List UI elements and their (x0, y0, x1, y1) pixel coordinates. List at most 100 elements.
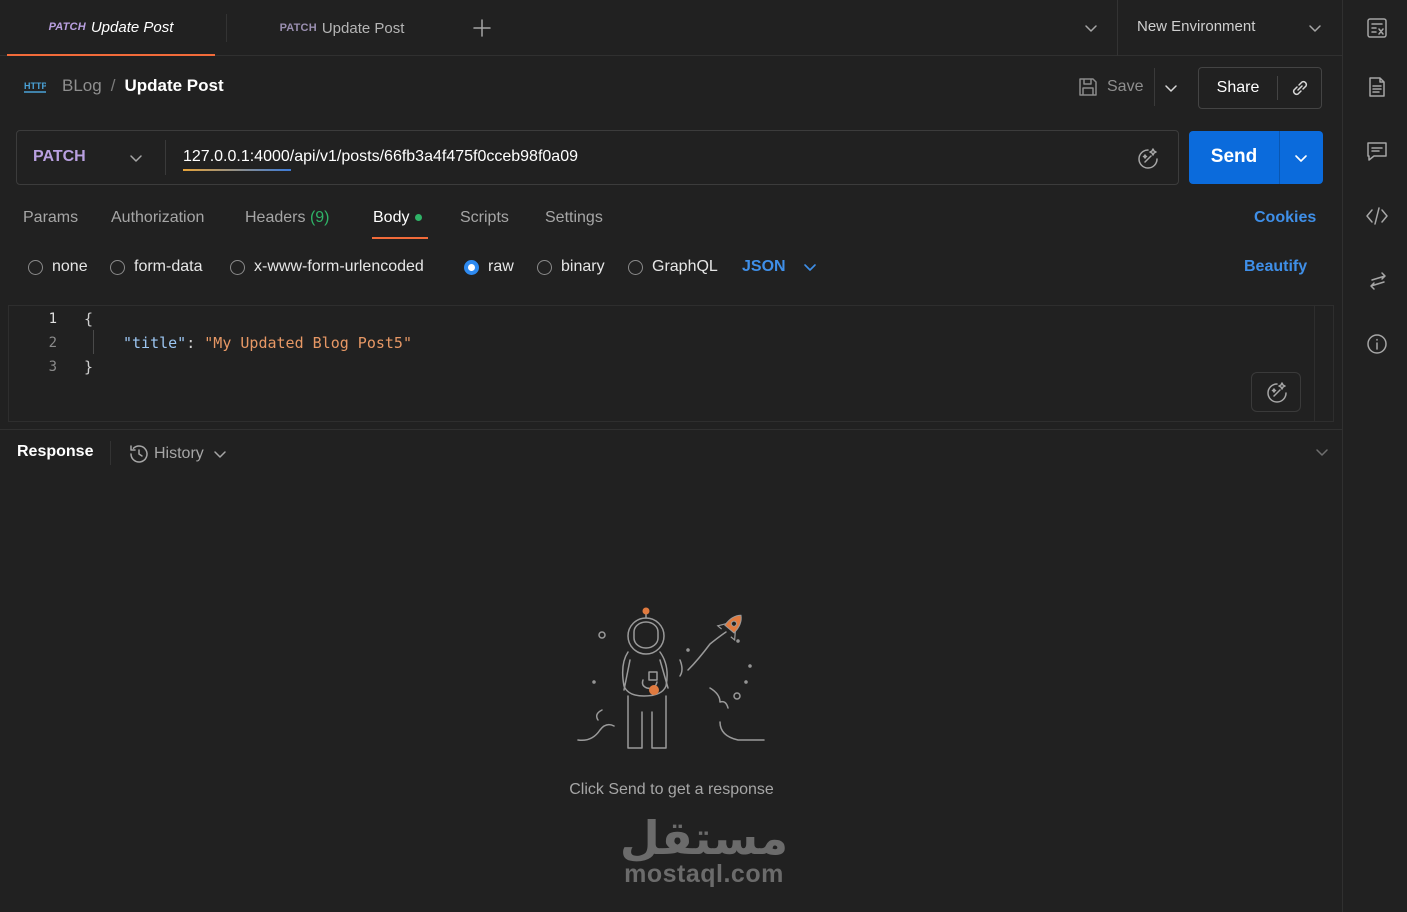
link-icon[interactable] (1289, 77, 1311, 99)
radio-circle-selected (464, 259, 479, 275)
tab-settings[interactable]: Settings (545, 209, 603, 227)
ai-assist-button[interactable] (1251, 372, 1301, 412)
headers-count-badge: (9) (309, 209, 330, 226)
send-options-chevron-icon[interactable] (1293, 150, 1309, 166)
save-divider (1154, 68, 1155, 106)
save-label: Save (1107, 78, 1144, 95)
tab-headers-label: Headers (245, 209, 306, 226)
breadcrumb: HTTP BLog / Update Post (24, 76, 224, 96)
tab-method: PATCH (48, 21, 86, 33)
tab-title: Update Post (321, 19, 405, 37)
arrows-icon[interactable] (1368, 270, 1388, 292)
code-line: "title": "My Updated Blog Post5" (123, 334, 412, 352)
tab-authorization[interactable]: Authorization (111, 209, 204, 227)
breadcrumb-collection[interactable]: BLog (62, 76, 102, 96)
json-colon: : (186, 334, 205, 352)
radio-label: GraphQL (652, 258, 718, 275)
body-format-selector[interactable]: JSON (742, 258, 818, 276)
radio-circle (537, 259, 552, 275)
share-label: Share (1216, 79, 1260, 96)
save-options-chevron-icon[interactable] (1163, 80, 1179, 96)
history-label: History (154, 445, 204, 462)
chevron-down-icon (803, 264, 816, 271)
environment-selector[interactable]: New Environment (1137, 18, 1255, 35)
radio-binary[interactable]: binary (537, 258, 605, 276)
radio-label: form-data (134, 258, 203, 275)
radio-raw[interactable]: raw (464, 258, 514, 276)
share-button[interactable]: Share (1198, 67, 1322, 109)
response-title: Response (17, 443, 94, 460)
info-icon[interactable] (1366, 333, 1388, 355)
tab-title: Update Post (90, 18, 174, 36)
tab-headers[interactable]: Headers (9) (245, 209, 330, 227)
cookies-link[interactable]: Cookies (1254, 209, 1316, 227)
floppy-disk-icon (1079, 78, 1097, 96)
json-value: "My Updated Blog Post5" (204, 334, 412, 352)
radio-label: none (52, 258, 88, 275)
history-icon (130, 445, 148, 463)
radio-label: x-www-form-urlencoded (254, 258, 424, 275)
method-chevron-icon[interactable] (128, 150, 144, 166)
method-selector[interactable]: PATCH (33, 148, 86, 166)
tab-scripts[interactable]: Scripts (460, 209, 509, 227)
radio-label: binary (561, 258, 605, 275)
tab-body[interactable]: Body (373, 209, 423, 227)
radio-urlencoded[interactable]: x-www-form-urlencoded (230, 258, 424, 276)
history-dropdown[interactable]: History (128, 443, 228, 465)
json-key: "title" (123, 334, 187, 352)
radio-graphql[interactable]: GraphQL (628, 258, 718, 276)
document-icon[interactable] (1367, 76, 1387, 98)
radio-circle (230, 259, 245, 275)
radio-circle (628, 259, 643, 275)
svg-text:HTTP: HTTP (24, 81, 46, 91)
tab-update-post-active[interactable]: PATCH Update Post (7, 0, 215, 56)
environment-divider (1117, 0, 1118, 56)
comment-icon[interactable] (1366, 141, 1388, 161)
body-indicator-dot (415, 214, 423, 222)
breadcrumb-separator: / (110, 76, 116, 95)
pane-divider[interactable] (0, 429, 1343, 430)
beautify-button[interactable]: Beautify (1244, 258, 1307, 276)
url-variable-underline (183, 169, 291, 171)
sparkle-icon (1267, 382, 1287, 403)
collapse-response-chevron-icon[interactable] (1314, 444, 1330, 460)
right-sidebar (1342, 0, 1407, 912)
tab-params[interactable]: Params (23, 209, 78, 227)
chevron-down-icon (214, 451, 226, 458)
body-editor[interactable]: 1 2 3 { "title": "My Updated Blog Post5"… (8, 305, 1334, 422)
tab-body-label: Body (373, 209, 410, 226)
line-number: 3 (48, 359, 57, 375)
radio-form-data[interactable]: form-data (110, 258, 202, 276)
code-icon[interactable] (1365, 206, 1389, 226)
environment-icon[interactable] (1366, 17, 1388, 39)
request-url-bar: PATCH 127.0.0.1:4000/api/v1/posts/66fb3a… (16, 130, 1179, 185)
http-icon: HTTP (24, 81, 46, 93)
page-title[interactable]: Update Post (124, 76, 223, 96)
radio-circle (110, 259, 125, 275)
tab-divider (226, 14, 227, 42)
sparkle-icon[interactable] (1136, 147, 1160, 171)
astronaut-rocket-illustration (577, 607, 765, 749)
radio-none[interactable]: none (28, 258, 88, 276)
tab-body-underline (372, 237, 428, 239)
radio-label: raw (488, 258, 514, 275)
mostaql-watermark: مستقل mostaql.com (618, 812, 790, 889)
empty-response-message: Click Send to get a response (569, 781, 774, 798)
code-open-brace: { (84, 310, 94, 328)
indent-guide (93, 330, 94, 354)
chevron-down-icon[interactable] (1083, 20, 1099, 36)
tab-method: PATCH (279, 22, 317, 34)
method-divider (165, 140, 166, 175)
url-input[interactable]: 127.0.0.1:4000/api/v1/posts/66fb3a4f475f… (183, 148, 578, 166)
response-divider (110, 441, 111, 465)
plus-icon[interactable] (472, 18, 492, 38)
send-divider (1279, 131, 1280, 184)
environment-chevron-icon[interactable] (1307, 20, 1323, 36)
editor-scrollbar-track[interactable] (1314, 306, 1315, 421)
tab-update-post[interactable]: PATCH Update Post (228, 0, 456, 56)
save-button[interactable]: Save (1077, 76, 1143, 98)
share-divider (1277, 76, 1278, 100)
send-button[interactable]: Send (1189, 131, 1323, 184)
radio-circle (28, 259, 43, 275)
line-number: 2 (48, 335, 57, 351)
